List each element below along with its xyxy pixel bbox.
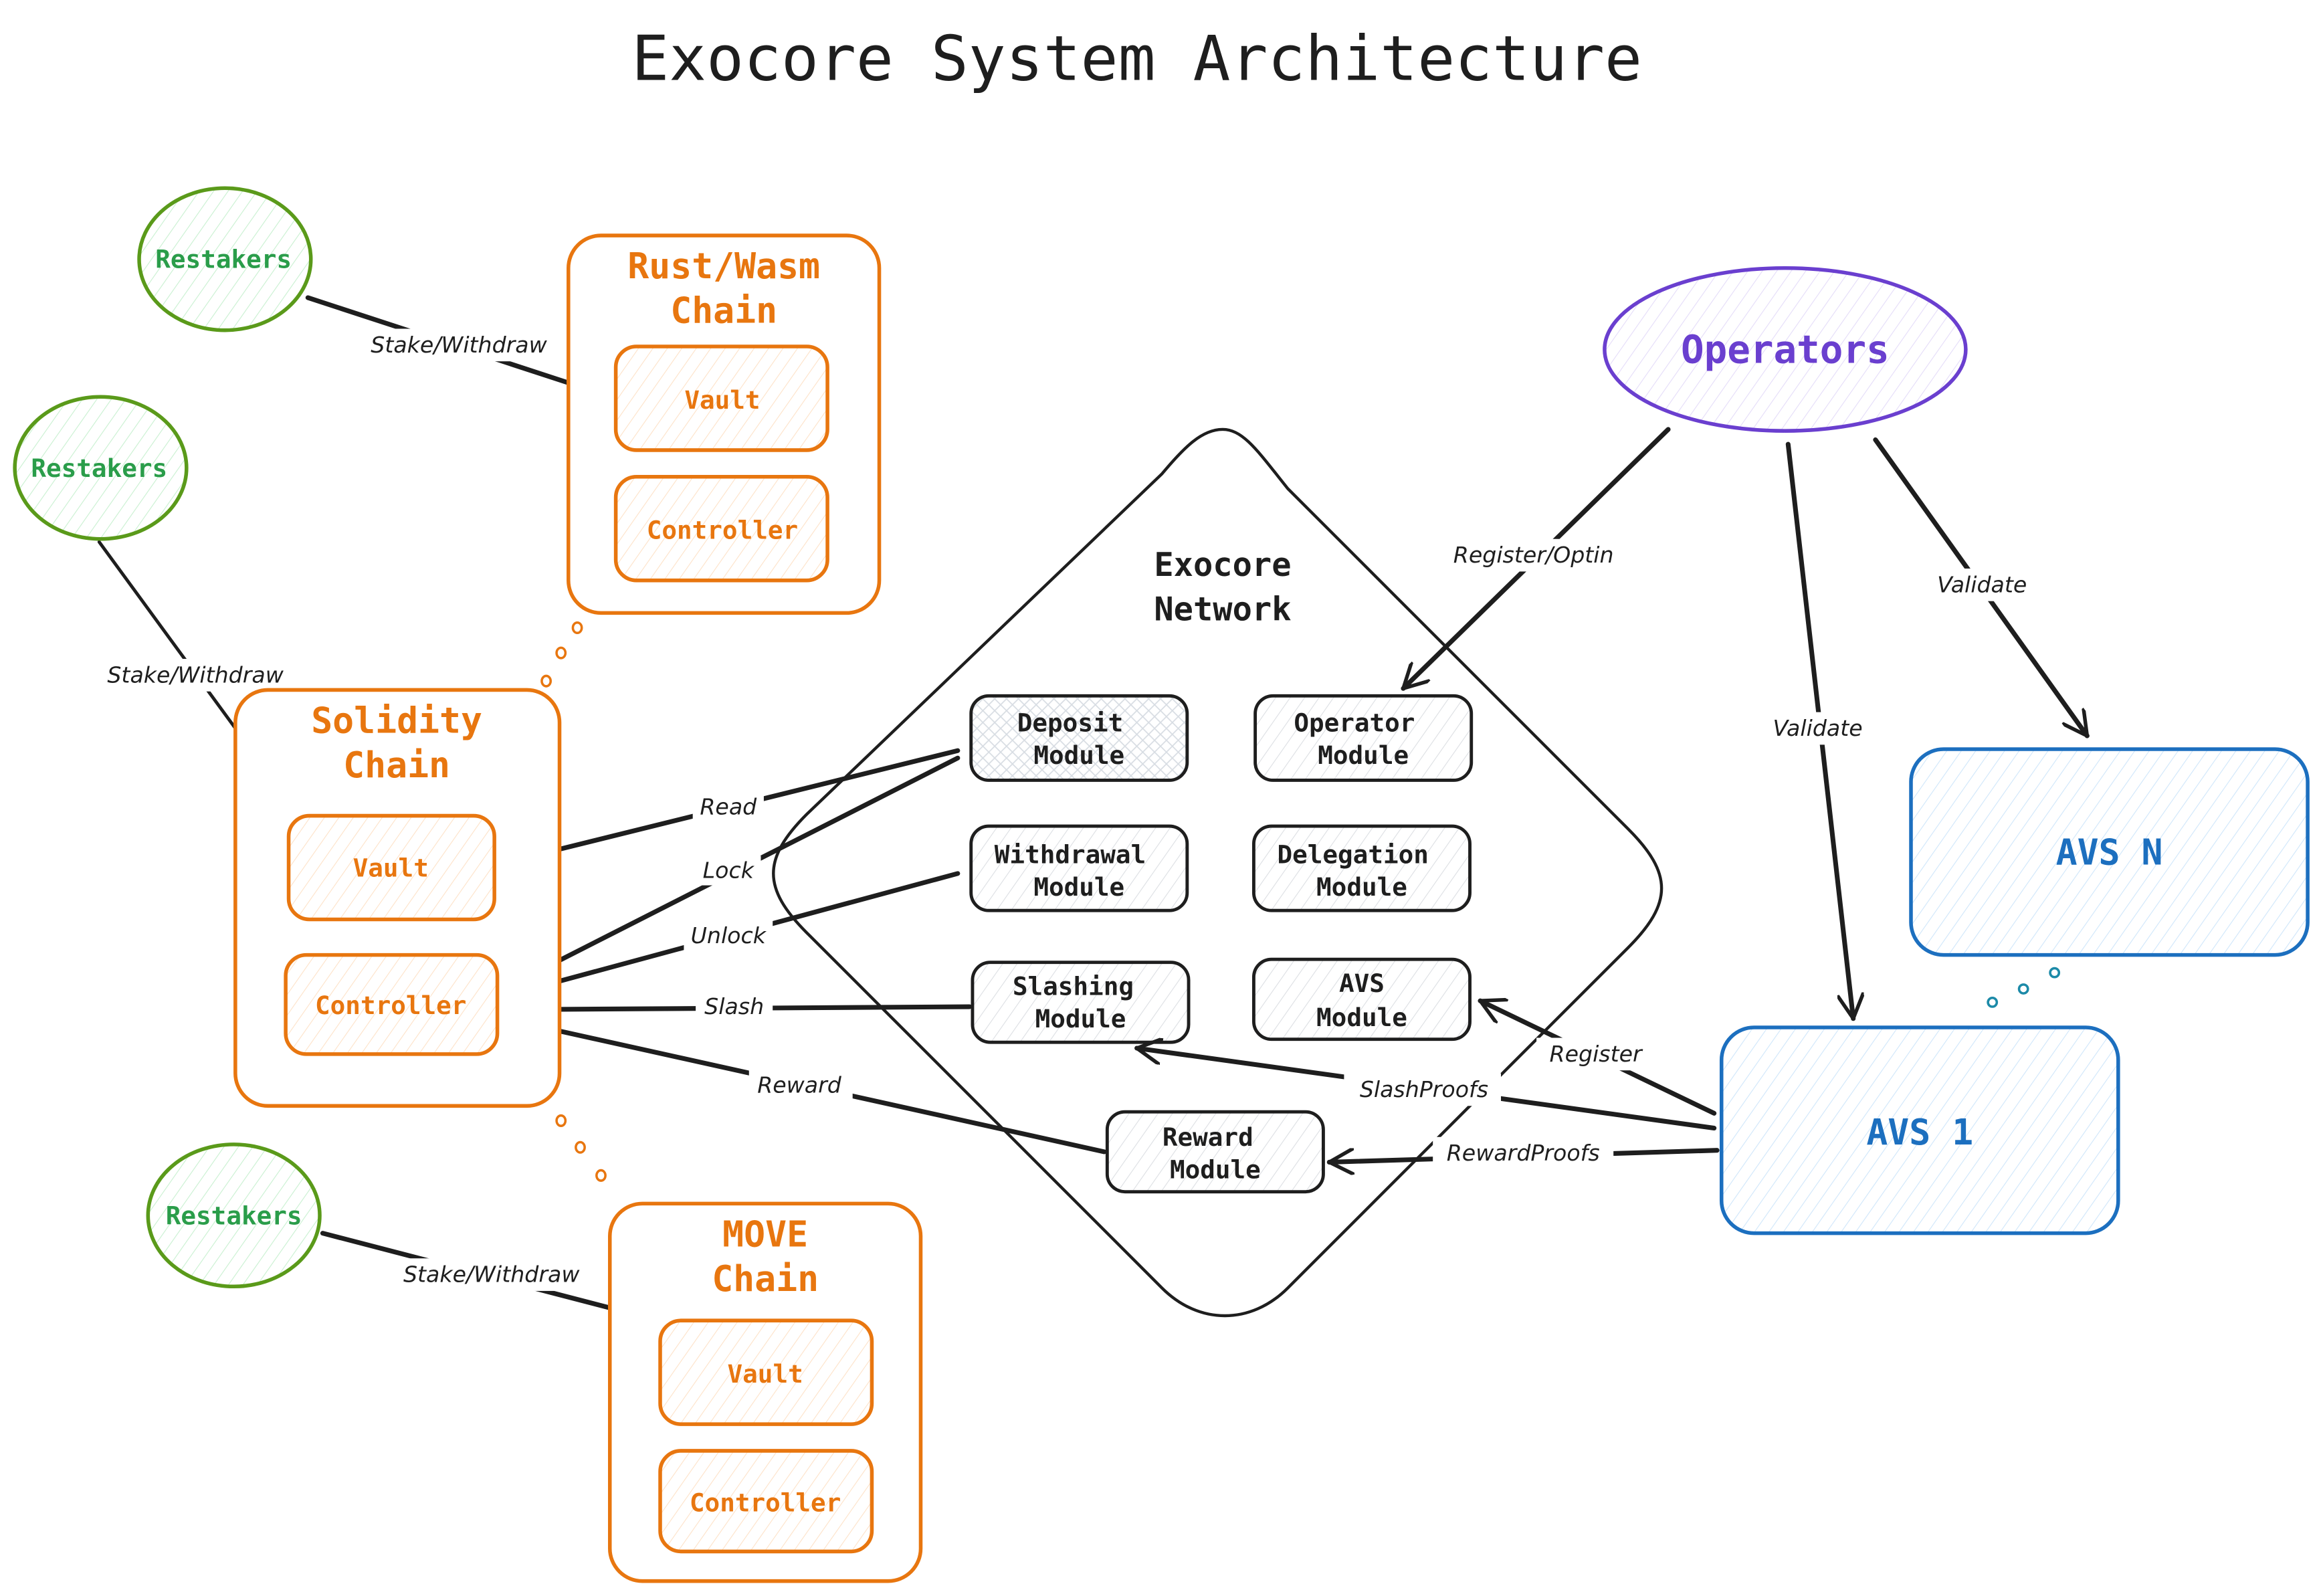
page-title: Exocore System Architecture [631, 23, 1642, 95]
restakers-node-2[interactable]: Restakers [13, 395, 189, 541]
edge-register-optin: Register/Optin [1403, 427, 1671, 688]
move-controller[interactable]: Controller [658, 1449, 874, 1554]
svg-text:RewardProofs: RewardProofs [1447, 1140, 1600, 1166]
reward-module[interactable]: Reward Module [1105, 1110, 1325, 1194]
svg-text:Chain: Chain [670, 290, 777, 332]
edge-unlock: Unlock [503, 871, 961, 997]
svg-text:Stake/Withdraw: Stake/Withdraw [403, 1262, 580, 1288]
svg-text:AVS: AVS [1339, 969, 1385, 998]
svg-text:Controller: Controller [690, 1488, 841, 1518]
chain-continuation-dots-top [540, 621, 583, 688]
svg-text:Operator: Operator [1294, 708, 1415, 737]
svg-text:Vault: Vault [353, 853, 429, 882]
svg-text:Restakers: Restakers [155, 245, 292, 274]
avs-n-node[interactable]: AVS N [1909, 747, 2310, 957]
withdrawal-module[interactable]: Withdrawal Module [969, 824, 1189, 912]
chain-solidity: Solidity Chain Vault Controller [233, 688, 562, 1108]
edge-read: Read [503, 748, 961, 863]
svg-text:Module: Module [1318, 740, 1409, 770]
svg-text:Rust/Wasm: Rust/Wasm [627, 245, 820, 287]
svg-text:Module: Module [1316, 872, 1407, 902]
svg-text:Operators: Operators [1681, 327, 1890, 372]
svg-text:MOVE: MOVE [722, 1214, 808, 1256]
chain-move: MOVE Chain Vault Controller [607, 1201, 923, 1583]
svg-text:Withdrawal: Withdrawal [995, 839, 1146, 869]
edge-slash: Slash [500, 991, 973, 1021]
svg-text:Delegation: Delegation [1277, 839, 1428, 869]
svg-text:Deposit: Deposit [1017, 708, 1124, 737]
edge-register: Register [1480, 1001, 1717, 1116]
edge-validate-avsn: Validate [1873, 437, 2090, 736]
avs-1-node[interactable]: AVS 1 [1719, 1025, 2120, 1235]
svg-text:Stake/Withdraw: Stake/Withdraw [107, 662, 284, 688]
network-title-line1: Exocore [1154, 546, 1291, 584]
svg-text:Chain: Chain [343, 744, 450, 786]
svg-text:Controller: Controller [647, 516, 798, 545]
edge-stake-withdraw-rust: Stake/Withdraw [305, 295, 611, 397]
svg-text:Restakers: Restakers [166, 1201, 302, 1230]
svg-text:AVS 1: AVS 1 [1866, 1112, 1973, 1153]
svg-text:Stake/Withdraw: Stake/Withdraw [371, 332, 547, 358]
svg-text:Reward: Reward [1163, 1122, 1253, 1152]
svg-text:Slash: Slash [704, 993, 764, 1019]
svg-text:Chain: Chain [712, 1258, 819, 1300]
deposit-module[interactable]: Deposit Module [969, 694, 1189, 782]
move-vault[interactable]: Vault [658, 1318, 874, 1426]
svg-text:Solidity: Solidity [311, 700, 482, 742]
svg-text:SlashProofs: SlashProofs [1360, 1076, 1488, 1102]
svg-text:Lock: Lock [703, 858, 755, 884]
edge-reward-proofs: RewardProofs [1326, 1136, 1720, 1170]
slashing-module[interactable]: Slashing Module [971, 961, 1191, 1044]
network-title-line2: Network [1154, 591, 1291, 628]
chain-continuation-dots-bottom [555, 1114, 607, 1182]
delegation-module[interactable]: Delegation Module [1251, 824, 1472, 912]
svg-text:Module: Module [1316, 1003, 1407, 1032]
svg-text:AVS N: AVS N [2056, 832, 2163, 874]
rust-vault[interactable]: Vault [613, 344, 829, 452]
restakers-node-1[interactable]: Restakers [137, 186, 313, 332]
svg-text:Controller: Controller [315, 991, 466, 1020]
operators-node[interactable]: Operators [1603, 266, 1968, 433]
avs-continuation-dots [1987, 967, 2061, 1008]
svg-text:Register: Register [1550, 1041, 1643, 1067]
solidity-controller[interactable]: Controller [284, 953, 500, 1056]
svg-text:Restakers: Restakers [31, 454, 167, 483]
svg-text:Unlock: Unlock [691, 922, 767, 949]
rust-controller[interactable]: Controller [613, 475, 829, 583]
svg-text:Validate: Validate [1937, 571, 2027, 597]
architecture-diagram: Exocore System Architecture Exocore Netw… [13, 23, 2310, 1583]
chain-rust-wasm: Rust/Wasm Chain Vault Controller [567, 233, 882, 615]
svg-text:Module: Module [1035, 1004, 1126, 1033]
svg-text:Module: Module [1170, 1155, 1261, 1185]
svg-text:Module: Module [1033, 740, 1124, 770]
edge-validate-avs1: Validate [1761, 441, 1880, 1019]
svg-text:Validate: Validate [1773, 715, 1862, 741]
svg-text:Vault: Vault [684, 385, 760, 415]
operator-module[interactable]: Operator Module [1253, 694, 1474, 782]
svg-text:Vault: Vault [728, 1359, 803, 1389]
svg-text:Read: Read [700, 793, 757, 819]
svg-text:Module: Module [1033, 872, 1124, 902]
restakers-node-3[interactable]: Restakers [146, 1142, 322, 1289]
svg-text:Register/Optin: Register/Optin [1453, 542, 1614, 568]
svg-text:Slashing: Slashing [1013, 971, 1134, 1001]
solidity-vault[interactable]: Vault [286, 813, 496, 922]
avs-module[interactable]: AVS Module [1251, 957, 1472, 1041]
svg-text:Reward: Reward [757, 1072, 842, 1098]
